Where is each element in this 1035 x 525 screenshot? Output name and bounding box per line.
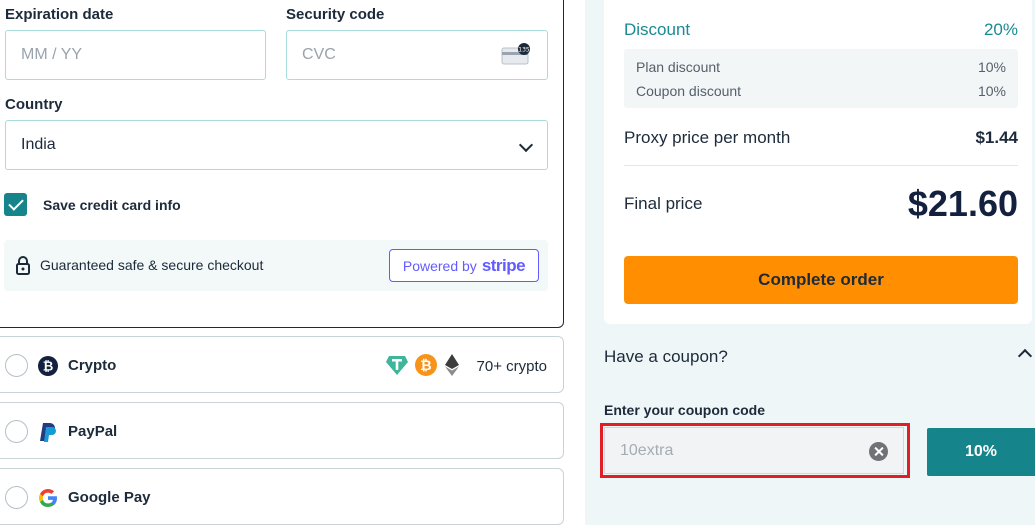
cvc-input[interactable]: CVC 135 — [286, 30, 548, 80]
complete-order-button[interactable]: Complete order — [624, 256, 1018, 304]
svg-text:₿: ₿ — [420, 358, 431, 374]
save-card-label: Save credit card info — [43, 197, 181, 213]
lock-icon — [16, 256, 30, 275]
card-cvc-icon: 135 — [501, 43, 530, 65]
coupon-discount-value: 10% — [977, 83, 1006, 99]
discount-value: 20% — [983, 20, 1018, 39]
google-pay-label: Google Pay — [68, 489, 151, 506]
crypto-radio[interactable] — [5, 354, 28, 377]
svg-text:135: 135 — [518, 47, 530, 54]
coupon-input[interactable]: 10extra — [604, 427, 904, 474]
country-label: Country — [5, 96, 63, 113]
stripe-logo: stripe — [481, 255, 526, 275]
summary-divider — [624, 165, 1018, 166]
country-value: India — [21, 136, 56, 153]
plan-discount-label: Plan discount — [636, 59, 721, 75]
checkout-page: Expiration date MM / YY Security code CV… — [0, 0, 1035, 525]
google-icon — [39, 489, 57, 507]
security-code-label: Security code — [286, 6, 385, 23]
payment-option-crypto[interactable]: ₿ Crypto ₿ 70+ crypto — [0, 336, 564, 393]
proxy-price-value: $1.44 — [975, 128, 1018, 147]
final-price-value: $21.60 — [907, 183, 1018, 224]
payment-option-google-pay[interactable]: Google Pay — [0, 468, 564, 525]
coupon-discount-label: Coupon discount — [636, 83, 742, 99]
cvc-placeholder: CVC — [302, 46, 336, 63]
svg-text:₿: ₿ — [43, 360, 54, 375]
country-select[interactable]: India — [5, 120, 548, 170]
discount-row: Discount 20% — [624, 20, 1018, 40]
proxy-price-label: Proxy price per month — [624, 128, 791, 147]
chevron-down-icon — [518, 137, 534, 153]
powered-by-text: Powered by — [402, 257, 477, 274]
secure-checkout-banner: Guaranteed safe & secure checkout Powere… — [4, 240, 548, 291]
proxy-price-row: Proxy price per month $1.44 — [624, 128, 1018, 148]
plan-discount-value: 10% — [977, 59, 1006, 75]
clear-icon[interactable] — [869, 442, 888, 461]
crypto-coin-icons: ₿ — [385, 354, 461, 376]
crypto-label: Crypto — [68, 357, 117, 374]
discount-breakdown: Plan discount 10% Coupon discount 10% — [624, 49, 1018, 108]
crypto-count-text: 70+ crypto — [476, 358, 547, 375]
google-pay-radio[interactable] — [5, 486, 28, 509]
expiration-input[interactable]: MM / YY — [5, 30, 266, 80]
discount-label: Discount — [624, 20, 691, 39]
bitcoin-icon: ₿ — [38, 356, 58, 376]
save-card-checkbox[interactable] — [4, 193, 27, 216]
ethereum-icon — [445, 354, 459, 376]
tether-icon — [386, 356, 408, 375]
coupon-toggle[interactable]: Have a coupon? — [604, 347, 728, 367]
coupon-apply-button[interactable]: 10% — [927, 428, 1035, 476]
paypal-icon — [40, 423, 56, 442]
powered-by-stripe-badge[interactable]: Powered by stripe — [389, 249, 539, 282]
expiration-label: Expiration date — [5, 6, 114, 23]
paypal-radio[interactable] — [5, 420, 28, 443]
bitcoin-orange-icon: ₿ — [415, 354, 437, 376]
paypal-label: PayPal — [68, 423, 118, 440]
secure-checkout-text: Guaranteed safe & secure checkout — [40, 257, 264, 273]
coupon-input-label: Enter your coupon code — [604, 402, 766, 418]
payment-option-paypal[interactable]: PayPal — [0, 402, 564, 459]
